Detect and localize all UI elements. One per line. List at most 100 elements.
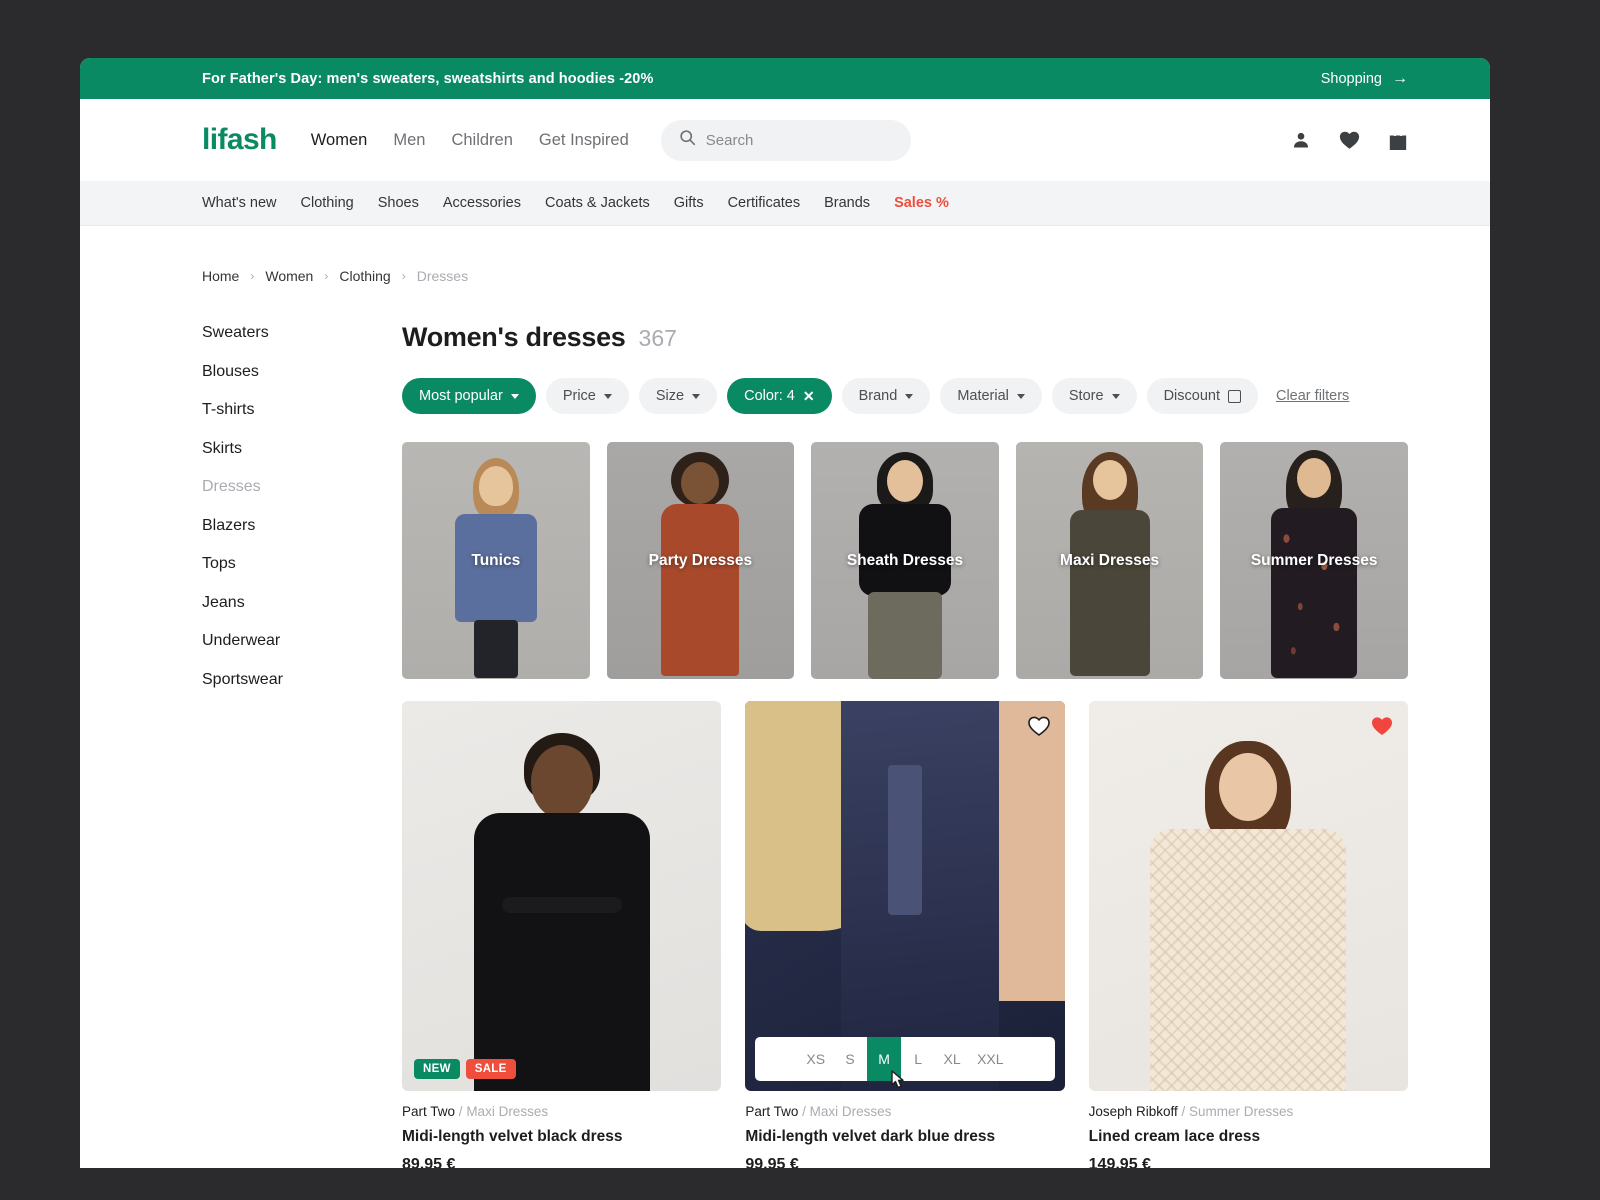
heart-filled-icon[interactable] <box>1370 715 1394 742</box>
filter-price[interactable]: Price <box>545 378 629 414</box>
breadcrumb: Home › Women › Clothing › Dresses <box>80 226 1490 284</box>
filter-color[interactable]: Color: 4 ✕ <box>727 378 832 414</box>
product-title[interactable]: Midi-length velvet black dress <box>402 1128 721 1146</box>
product-title[interactable]: Lined cream lace dress <box>1089 1128 1408 1146</box>
sidebar-item-dresses[interactable]: Dresses <box>202 478 402 496</box>
product-price: 149,95 € <box>1088 1156 1151 1168</box>
main-nav: Women Men Children Get Inspired <box>311 131 629 150</box>
filter-discount[interactable]: Discount <box>1146 378 1258 414</box>
subnav-item-certificates[interactable]: Certificates <box>728 195 801 211</box>
logo[interactable]: lifash <box>202 123 277 157</box>
wishlist-heart-icon[interactable] <box>1339 130 1360 150</box>
tile-label: Party Dresses <box>648 551 753 569</box>
site-header: lifash Women Men Children Get Inspired <box>80 99 1490 181</box>
subnav-item-gifts[interactable]: Gifts <box>674 195 704 211</box>
clear-filters-link[interactable]: Clear filters <box>1276 388 1349 404</box>
product-price: 89,95 € <box>402 1156 456 1168</box>
product-category[interactable]: Maxi Dresses <box>810 1104 892 1119</box>
badge-group: NEW SALE <box>414 1059 516 1079</box>
subnav-item-shoes[interactable]: Shoes <box>378 195 419 211</box>
sidebar-item-blouses[interactable]: Blouses <box>202 363 402 381</box>
breadcrumb-clothing[interactable]: Clothing <box>339 268 390 284</box>
breadcrumb-separator-icon: › <box>401 269 406 283</box>
promo-banner: For Father's Day: men's sweaters, sweats… <box>80 58 1490 99</box>
size-option-xxl[interactable]: XXL <box>969 1037 1011 1081</box>
product-grid: NEW SALE Part Two / Maxi Dresses Midi-le… <box>402 701 1408 1168</box>
shopping-bag-icon[interactable] <box>1388 129 1408 151</box>
filter-label: Discount <box>1163 388 1220 404</box>
filter-size[interactable]: Size <box>638 378 718 414</box>
heart-outline-icon[interactable] <box>1027 715 1051 742</box>
promo-link-label: Shopping <box>1320 70 1382 87</box>
page-title-row: Women's dresses 367 <box>402 322 1408 353</box>
breadcrumb-separator-icon: › <box>324 269 329 283</box>
product-card[interactable]: NEW SALE Part Two / Maxi Dresses Midi-le… <box>402 701 722 1168</box>
filter-material[interactable]: Material <box>940 378 1042 414</box>
nav-item-men[interactable]: Men <box>393 131 425 150</box>
promo-shopping-link[interactable]: Shopping → <box>1320 70 1408 87</box>
size-option-xs[interactable]: XS <box>798 1037 833 1081</box>
product-count: 367 <box>638 325 677 351</box>
breadcrumb-women[interactable]: Women <box>265 268 313 284</box>
sidebar-item-sportswear[interactable]: Sportswear <box>202 671 402 689</box>
product-brand[interactable]: Part Two <box>402 1104 455 1119</box>
tile-tunics[interactable]: Tunics <box>402 442 590 679</box>
close-icon[interactable]: ✕ <box>803 388 815 405</box>
subnav-item-clothing[interactable]: Clothing <box>301 195 354 211</box>
filter-store[interactable]: Store <box>1051 378 1137 414</box>
product-brand[interactable]: Part Two <box>745 1104 798 1119</box>
breadcrumb-current: Dresses <box>416 268 469 284</box>
product-image[interactable]: NEW SALE <box>402 701 722 1091</box>
tile-party-dresses[interactable]: Party Dresses <box>606 442 795 679</box>
product-card[interactable]: XS S M L XL XXL Part Two / Maxi Dresses … <box>745 701 1065 1168</box>
tile-label: Summer Dresses <box>1250 551 1378 569</box>
subnav-item-accessories[interactable]: Accessories <box>443 195 521 211</box>
tile-summer-dresses[interactable]: Summer Dresses <box>1220 442 1408 679</box>
badge-sale: SALE <box>465 1059 516 1079</box>
size-option-m[interactable]: M <box>867 1037 902 1081</box>
tile-sheath-dresses[interactable]: Sheath Dresses <box>811 442 999 679</box>
size-picker[interactable]: XS S M L XL XXL <box>755 1037 1055 1081</box>
size-option-s[interactable]: S <box>833 1037 867 1081</box>
size-option-xl[interactable]: XL <box>935 1037 969 1081</box>
sidebar-item-sweaters[interactable]: Sweaters <box>202 324 402 342</box>
nav-item-women[interactable]: Women <box>311 131 368 150</box>
sidebar-item-underwear[interactable]: Underwear <box>202 632 402 650</box>
product-category[interactable]: Maxi Dresses <box>466 1104 548 1119</box>
product-brand[interactable]: Joseph Ribkoff <box>1089 1104 1178 1119</box>
category-sidebar: Sweaters Blouses T-shirts Skirts Dresses… <box>202 322 402 1168</box>
filter-most-popular[interactable]: Most popular <box>402 378 536 414</box>
chevron-down-icon <box>692 393 701 399</box>
account-icon[interactable] <box>1291 130 1311 150</box>
tile-maxi-dresses[interactable]: Maxi Dresses <box>1015 442 1204 679</box>
product-category[interactable]: Summer Dresses <box>1189 1104 1293 1119</box>
breadcrumb-separator-icon: › <box>250 269 255 283</box>
subnav-item-coats-jackets[interactable]: Coats & Jackets <box>545 195 650 211</box>
product-image[interactable] <box>1088 701 1408 1091</box>
subnav-item-brands[interactable]: Brands <box>824 195 870 211</box>
subnav-item-sales[interactable]: Sales % <box>894 195 949 211</box>
sidebar-item-blazers[interactable]: Blazers <box>202 517 402 535</box>
tile-label: Tunics <box>471 551 521 569</box>
category-tiles: Tunics Party Dresses Sheath Dresses Maxi… <box>402 442 1408 679</box>
sidebar-item-t-shirts[interactable]: T-shirts <box>202 401 402 419</box>
size-option-l[interactable]: L <box>901 1037 935 1081</box>
sidebar-item-tops[interactable]: Tops <box>202 555 402 573</box>
filter-brand[interactable]: Brand <box>841 378 931 414</box>
subnav-item-whats-new[interactable]: What's new <box>202 195 277 211</box>
sidebar-item-skirts[interactable]: Skirts <box>202 440 402 458</box>
discount-checkbox[interactable] <box>1227 389 1241 403</box>
sidebar-item-jeans[interactable]: Jeans <box>202 594 402 612</box>
nav-item-children[interactable]: Children <box>451 131 512 150</box>
product-category-separator: / <box>1181 1104 1189 1119</box>
search-box[interactable] <box>660 119 911 161</box>
breadcrumb-home[interactable]: Home <box>202 268 239 284</box>
product-meta: Joseph Ribkoff / Summer Dresses <box>1089 1104 1408 1119</box>
chevron-down-icon <box>603 393 612 399</box>
product-card[interactable]: Joseph Ribkoff / Summer Dresses Lined cr… <box>1088 701 1408 1168</box>
tile-label: Maxi Dresses <box>1060 551 1160 569</box>
product-image[interactable]: XS S M L XL XXL <box>745 701 1065 1091</box>
nav-item-get-inspired[interactable]: Get Inspired <box>539 131 629 150</box>
product-title[interactable]: Midi-length velvet dark blue dress <box>745 1128 1064 1146</box>
search-input[interactable] <box>705 131 893 149</box>
